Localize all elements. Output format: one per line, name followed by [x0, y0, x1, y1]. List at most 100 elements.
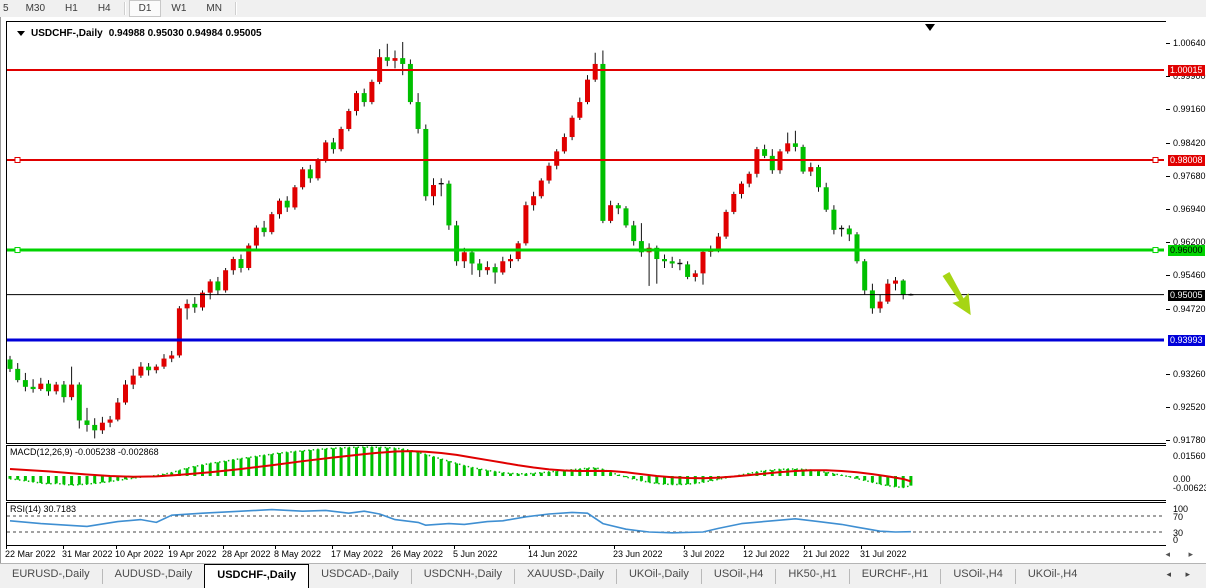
symbol-tab-ukoil-h4[interactable]: UKOil-,H4 — [1016, 564, 1090, 588]
symbol-tab-usdcnh-daily[interactable]: USDCNH-,Daily — [412, 564, 514, 588]
hline-handle[interactable] — [15, 157, 20, 162]
chart-title: USDCHF-,Daily 0.94988 0.95030 0.94984 0.… — [17, 28, 262, 39]
candle-bear — [61, 385, 66, 398]
candle-bear — [831, 210, 836, 230]
axis-tick — [1166, 143, 1170, 144]
candle-bull — [539, 181, 544, 197]
candle-bull — [54, 385, 59, 392]
candle-bear — [308, 169, 313, 178]
axis-tick — [1166, 242, 1170, 243]
candle-bull — [38, 384, 43, 389]
candle-bull — [893, 281, 898, 284]
candle-bull — [292, 187, 297, 207]
candle-bear — [454, 225, 459, 261]
timeframe-button-w1[interactable]: W1 — [161, 0, 196, 17]
rsi-line — [10, 510, 911, 533]
symbol-tab-usdcad-daily[interactable]: USDCAD-,Daily — [309, 564, 411, 588]
candle-bull — [547, 166, 552, 181]
symbol-tab-hk50-h1[interactable]: HK50-,H1 — [776, 564, 848, 588]
date-label: 23 Jun 2022 — [613, 549, 663, 559]
candle-bull — [808, 167, 813, 171]
axis-tick — [1166, 209, 1170, 210]
candle-bull — [269, 214, 274, 232]
price-axis[interactable]: 1.006400.999000.991600.984200.976800.969… — [1166, 17, 1206, 563]
symbol-tab-usoil-h4[interactable]: USOil-,H4 — [702, 564, 776, 588]
candle-bull — [131, 376, 136, 385]
tab-scroll-arrows[interactable]: ◂ ▸ — [1166, 564, 1206, 588]
candle-bull — [878, 302, 883, 309]
candle-bear — [685, 264, 690, 277]
symbol-tab-audusd-daily[interactable]: AUDUSD-,Daily — [103, 564, 205, 588]
date-label: 8 May 2022 — [274, 549, 321, 559]
candle-bull — [339, 129, 344, 149]
axis-tick — [1166, 176, 1170, 177]
chart-dropdown-icon[interactable] — [17, 31, 25, 36]
chart-symbol-label: USDCHF-,Daily — [31, 28, 103, 39]
candle-bull — [739, 184, 744, 194]
candle-bear — [192, 304, 197, 308]
rsi-indicator-pane[interactable]: RSI(14) 30.7183 — [6, 502, 1167, 546]
date-label: 5 Jun 2022 — [453, 549, 498, 559]
toolbar-separator — [235, 2, 237, 15]
candle-bear — [446, 184, 451, 226]
symbol-tab-eurusd-daily[interactable]: EURUSD-,Daily — [0, 564, 102, 588]
symbol-tab-usoil-h4[interactable]: USOil-,H4 — [941, 564, 1015, 588]
hline-handle[interactable] — [1153, 157, 1158, 162]
axis-price-label: 0.92520 — [1173, 402, 1206, 412]
candle-bear — [847, 229, 852, 235]
axis-tick — [1166, 440, 1170, 441]
axis-price-label: 0.91780 — [1173, 435, 1206, 445]
candle-bear — [470, 252, 475, 263]
date-label: 21 Jul 2022 — [803, 549, 850, 559]
date-axis[interactable]: ◂ ▸ 22 Mar 202231 Mar 202210 Apr 202219 … — [1, 546, 1206, 563]
candle-bear — [624, 208, 629, 225]
candle-bear — [770, 156, 775, 170]
timeframe-button-m30[interactable]: M30 — [16, 0, 55, 17]
candle-bear — [901, 281, 906, 295]
timeframe-button-d1[interactable]: D1 — [129, 0, 162, 17]
price-chart-pane[interactable]: USDCHF-,Daily 0.94988 0.95030 0.94984 0.… — [6, 21, 1167, 444]
candle-bull — [608, 205, 613, 221]
candle-bear — [46, 384, 51, 392]
candle-bull — [323, 142, 328, 160]
macd-canvas[interactable] — [7, 446, 1164, 498]
date-label: 12 Jul 2022 — [743, 549, 790, 559]
date-label: 31 Jul 2022 — [860, 549, 907, 559]
candle-bear — [600, 64, 605, 221]
candle-bear — [15, 369, 20, 380]
candle-bear — [385, 57, 390, 61]
candle-bear — [793, 143, 798, 147]
date-label: 22 Mar 2022 — [5, 549, 56, 559]
axis-price-label: 0.93260 — [1173, 369, 1206, 379]
hline-handle[interactable] — [1153, 248, 1158, 253]
candle-bull — [747, 174, 752, 184]
chart-scroll-arrows[interactable]: ◂ ▸ — [1165, 549, 1201, 560]
candle-bull — [693, 273, 698, 277]
candle-bull — [577, 102, 582, 118]
axis-tick — [1166, 309, 1170, 310]
candle-bull — [100, 423, 105, 431]
symbol-tab-usdchf-daily[interactable]: USDCHF-,Daily — [204, 564, 309, 588]
timeframe-button-5[interactable]: 5 — [0, 0, 16, 17]
candle-bull — [701, 252, 706, 274]
candle-bull — [300, 169, 305, 187]
macd-indicator-pane[interactable]: MACD(12,26,9) -0.005238 -0.002868 — [6, 445, 1167, 501]
symbol-tab-xauusd-daily[interactable]: XAUUSD-,Daily — [515, 564, 616, 588]
timeframe-button-h1[interactable]: H1 — [55, 0, 88, 17]
hline-handle[interactable] — [15, 248, 20, 253]
symbol-tab-eurchf-h1[interactable]: EURCHF-,H1 — [850, 564, 941, 588]
candle-bear — [92, 425, 97, 430]
rsi-canvas[interactable] — [7, 503, 1164, 543]
symbol-tab-ukoil-daily[interactable]: UKOil-,Daily — [617, 564, 701, 588]
candle-bull — [716, 237, 721, 250]
candle-bear — [824, 187, 829, 209]
axis-tick — [1166, 109, 1170, 110]
candle-bear — [331, 142, 336, 149]
candle-bull — [485, 267, 490, 270]
chart-shift-marker-icon[interactable] — [925, 24, 935, 31]
timeframe-button-h4[interactable]: H4 — [88, 0, 121, 17]
timeframe-button-mn[interactable]: MN — [196, 0, 232, 17]
candlestick-canvas[interactable] — [7, 22, 1164, 441]
candle-bear — [862, 261, 867, 290]
rsi-axis-label: 0 — [1173, 535, 1178, 545]
